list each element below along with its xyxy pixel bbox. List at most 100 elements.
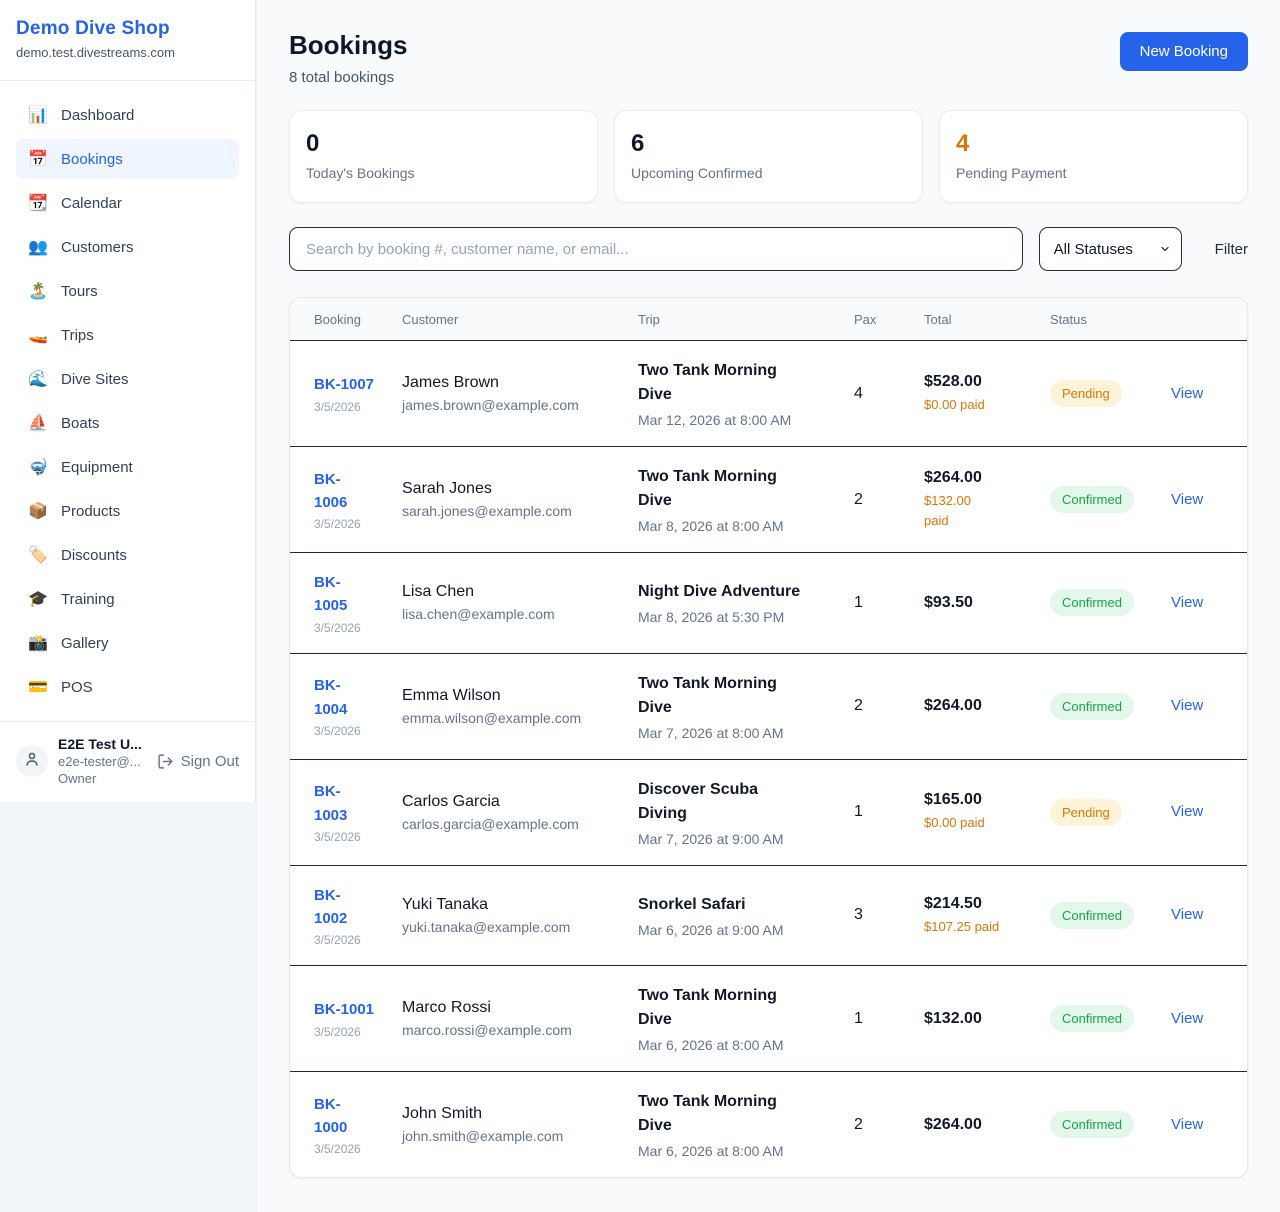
sidebar-item-bookings[interactable]: 📅 Bookings	[16, 139, 239, 179]
trip-name: Two Tank Morning Dive	[638, 465, 844, 513]
total-cell: $132.00	[924, 1010, 1050, 1028]
total-cell: $528.00 $0.00 paid	[924, 373, 1050, 415]
view-link[interactable]: View	[1171, 697, 1203, 714]
main-content: Bookings 8 total bookings New Booking 0T…	[257, 0, 1280, 1212]
stat-card-0: 0 Today's Bookings	[289, 110, 598, 203]
booking-cell: BK- 1000 3/5/2026	[314, 1093, 402, 1157]
column-header-customer: Customer	[402, 298, 638, 340]
stat-label: Today's Bookings	[306, 165, 581, 181]
booking-cell: BK-1001 3/5/2026	[314, 998, 402, 1038]
table-row: BK- 1000 3/5/2026 John Smith john.smith@…	[290, 1072, 1247, 1177]
avatar	[16, 745, 48, 777]
customer-cell: Marco Rossi marco.rossi@example.com	[402, 999, 638, 1038]
view-link[interactable]: View	[1171, 906, 1203, 923]
search-input[interactable]	[289, 227, 1023, 271]
status-cell: Confirmed	[1050, 486, 1171, 513]
booking-id-link[interactable]: BK- 1005	[314, 571, 347, 618]
paid-amount: $132.00 paid	[924, 491, 1040, 530]
total-amount: $214.50	[924, 895, 1040, 913]
customer-cell: James Brown james.brown@example.com	[402, 374, 638, 413]
view-link[interactable]: View	[1171, 491, 1203, 508]
trip-datetime: Mar 7, 2026 at 8:00 AM	[638, 725, 844, 741]
discounts-icon: 🏷️	[28, 545, 48, 565]
booking-date: 3/5/2026	[314, 400, 392, 414]
sidebar-item-dive-sites[interactable]: 🌊 Dive Sites	[16, 359, 239, 399]
sidebar-item-equipment[interactable]: 🤿 Equipment	[16, 447, 239, 487]
sidebar-item-training[interactable]: 🎓 Training	[16, 579, 239, 619]
total-amount: $165.00	[924, 791, 1040, 809]
booking-id-link[interactable]: BK- 1003	[314, 780, 347, 827]
status-badge: Confirmed	[1050, 589, 1134, 616]
customer-email: emma.wilson@example.com	[402, 710, 628, 726]
view-link[interactable]: View	[1171, 385, 1203, 402]
booking-cell: BK- 1002 3/5/2026	[314, 884, 402, 948]
booking-id-link[interactable]: BK- 1004	[314, 674, 347, 721]
pax-count: 2	[854, 697, 924, 715]
actions-cell: View	[1171, 385, 1223, 403]
sidebar-item-dashboard[interactable]: 📊 Dashboard	[16, 95, 239, 135]
page-title: Bookings	[289, 30, 407, 61]
shop-name: Demo Dive Shop	[16, 18, 239, 40]
booking-id-link[interactable]: BK- 1006	[314, 468, 347, 515]
user-role: Owner	[58, 771, 147, 786]
sidebar-item-pos[interactable]: 💳 POS	[16, 667, 239, 707]
booking-id-link[interactable]: BK- 1000	[314, 1093, 347, 1140]
booking-date: 3/5/2026	[314, 1142, 392, 1156]
customer-cell: Yuki Tanaka yuki.tanaka@example.com	[402, 896, 638, 935]
actions-cell: View	[1171, 697, 1223, 715]
pax-count: 2	[854, 1116, 924, 1134]
status-badge: Confirmed	[1050, 1111, 1134, 1138]
sign-out-label: Sign Out	[181, 753, 239, 770]
trip-datetime: Mar 6, 2026 at 8:00 AM	[638, 1143, 844, 1159]
customer-cell: Carlos Garcia carlos.garcia@example.com	[402, 793, 638, 832]
booking-id-link[interactable]: BK- 1002	[314, 884, 347, 931]
sign-out-button[interactable]: Sign Out	[157, 753, 239, 770]
column-header-status: Status	[1050, 298, 1171, 340]
actions-cell: View	[1171, 1116, 1223, 1134]
booking-id-link[interactable]: BK-1001	[314, 998, 374, 1021]
trip-cell: Two Tank Morning Dive Mar 6, 2026 at 8:0…	[638, 1090, 854, 1159]
customer-cell: John Smith john.smith@example.com	[402, 1105, 638, 1144]
sidebar-item-boats[interactable]: ⛵ Boats	[16, 403, 239, 443]
tours-icon: 🏝️	[28, 281, 48, 301]
gallery-icon: 📸	[28, 633, 48, 653]
boats-icon: ⛵	[28, 413, 48, 433]
trip-name: Two Tank Morning Dive	[638, 672, 844, 720]
trip-cell: Two Tank Morning Dive Mar 12, 2026 at 8:…	[638, 359, 854, 428]
customer-name: James Brown	[402, 374, 628, 392]
column-header-total: Total	[924, 298, 1050, 340]
table-row: BK-1007 3/5/2026 James Brown james.brown…	[290, 341, 1247, 447]
new-booking-button[interactable]: New Booking	[1120, 32, 1248, 71]
shop-domain: demo.test.divestreams.com	[16, 45, 239, 60]
sidebar-item-tours[interactable]: 🏝️ Tours	[16, 271, 239, 311]
status-cell: Confirmed	[1050, 589, 1171, 616]
sidebar-item-customers[interactable]: 👥 Customers	[16, 227, 239, 267]
controls-row: All Statuses Filter	[289, 227, 1248, 271]
pax-count: 1	[854, 594, 924, 612]
stat-label: Pending Payment	[956, 165, 1231, 181]
sidebar-item-trips[interactable]: 🚤 Trips	[16, 315, 239, 355]
trip-cell: Two Tank Morning Dive Mar 7, 2026 at 8:0…	[638, 672, 854, 741]
pax-count: 1	[854, 803, 924, 821]
view-link[interactable]: View	[1171, 1116, 1203, 1133]
trip-datetime: Mar 6, 2026 at 9:00 AM	[638, 922, 844, 938]
total-cell: $264.00 $132.00 paid	[924, 469, 1050, 530]
sidebar-item-calendar[interactable]: 📆 Calendar	[16, 183, 239, 223]
customers-icon: 👥	[28, 237, 48, 257]
sidebar-item-gallery[interactable]: 📸 Gallery	[16, 623, 239, 663]
sidebar-item-products[interactable]: 📦 Products	[16, 491, 239, 531]
view-link[interactable]: View	[1171, 594, 1203, 611]
view-link[interactable]: View	[1171, 1010, 1203, 1027]
status-filter-wrap: All Statuses	[1039, 227, 1182, 271]
status-filter-select[interactable]: All Statuses	[1039, 227, 1182, 271]
sidebar-item-discounts[interactable]: 🏷️ Discounts	[16, 535, 239, 575]
filter-button[interactable]: Filter	[1215, 241, 1248, 258]
booking-id-link[interactable]: BK-1007	[314, 373, 374, 396]
table-row: BK-1001 3/5/2026 Marco Rossi marco.rossi…	[290, 966, 1247, 1072]
view-link[interactable]: View	[1171, 803, 1203, 820]
total-amount: $132.00	[924, 1010, 1040, 1028]
calendar-icon: 📆	[28, 193, 48, 213]
stat-value: 0	[306, 130, 581, 158]
status-badge: Confirmed	[1050, 486, 1134, 513]
training-icon: 🎓	[28, 589, 48, 609]
